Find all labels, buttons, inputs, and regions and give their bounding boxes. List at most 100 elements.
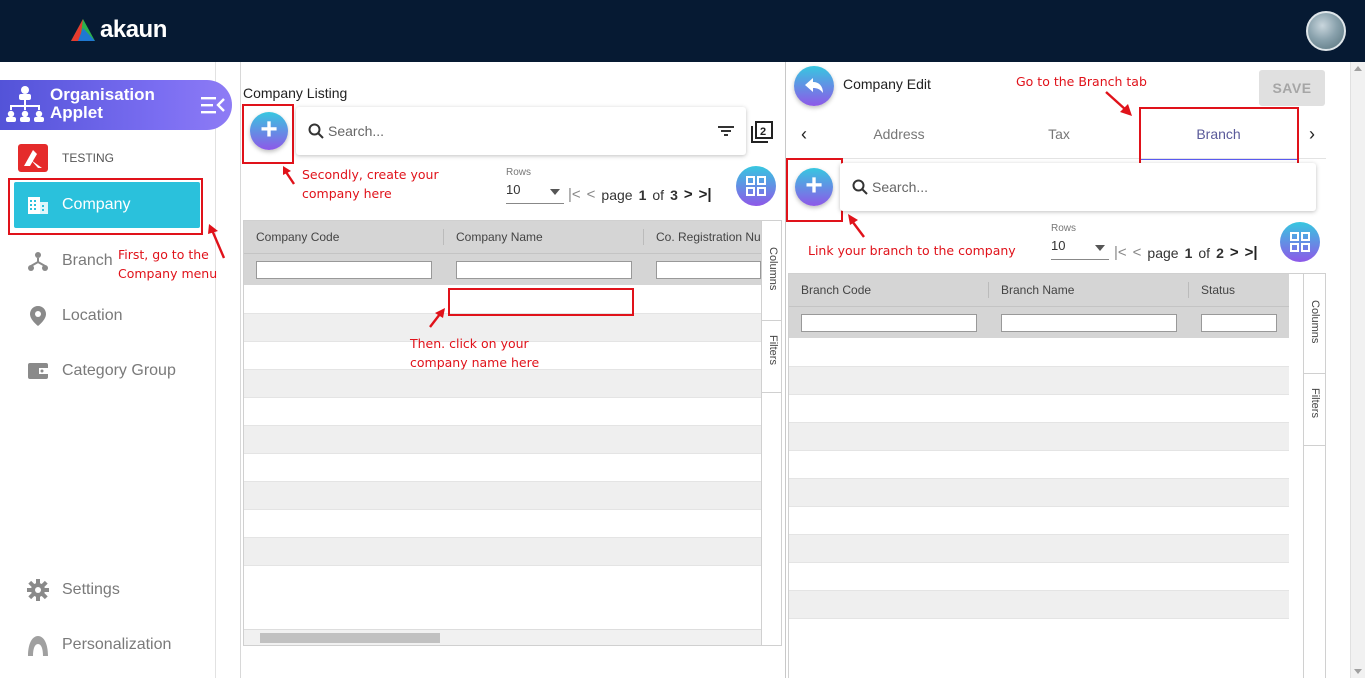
table-row[interactable]: [789, 535, 1289, 563]
filters-tab[interactable]: Filters: [762, 321, 781, 393]
last-page-icon[interactable]: >|: [699, 186, 712, 203]
filter-company-name[interactable]: [456, 261, 632, 279]
branch-pagination: |< < page 1 of 2 > >|: [1114, 244, 1258, 261]
column-header-status[interactable]: Status: [1189, 274, 1235, 306]
columns-tab[interactable]: Columns: [1304, 274, 1325, 374]
tab-address[interactable]: Address: [820, 108, 978, 160]
undo-arrow-icon: [805, 78, 823, 93]
next-page-icon[interactable]: >: [684, 186, 693, 203]
rows-label: Rows: [1051, 223, 1077, 234]
tenant-switcher[interactable]: TESTING: [18, 144, 114, 172]
filter-icon[interactable]: [718, 125, 734, 137]
prev-page-icon[interactable]: <: [1133, 244, 1142, 261]
table-row[interactable]: [244, 454, 761, 482]
table-row[interactable]: [789, 423, 1289, 451]
filter-status[interactable]: [1201, 314, 1277, 332]
sidebar-item-label: Personalization: [62, 636, 172, 653]
filter-branch-name[interactable]: [1001, 314, 1177, 332]
org-chart-icon: [6, 86, 44, 122]
sidebar-item-label: Category Group: [62, 362, 176, 379]
table-row[interactable]: [244, 482, 761, 510]
tenant-logo-icon: [18, 144, 48, 172]
rows-per-page-select[interactable]: 10: [1051, 238, 1109, 260]
sidebar-item-category-group[interactable]: Category Group: [14, 348, 200, 394]
annotation-arrow-icon: [848, 214, 865, 238]
listing-search-box: [296, 107, 746, 155]
location-pin-icon: [26, 304, 50, 328]
filter-company-code[interactable]: [256, 261, 432, 279]
menu-collapse-icon[interactable]: [200, 95, 226, 115]
tabs-prev-icon[interactable]: ‹: [790, 108, 818, 160]
table-row[interactable]: [244, 370, 761, 398]
grid-view-button[interactable]: [736, 166, 776, 206]
listing-search-input[interactable]: [328, 123, 718, 139]
branch-search-box: [840, 163, 1316, 211]
grid-header: Branch Code Branch Name Status: [789, 274, 1289, 306]
grid-view-button[interactable]: [1280, 222, 1320, 262]
save-button[interactable]: SAVE: [1259, 70, 1325, 106]
scrollbar-thumb[interactable]: [260, 633, 440, 643]
columns-tab[interactable]: Columns: [762, 221, 781, 321]
of-word: of: [652, 186, 665, 203]
back-button[interactable]: [794, 66, 834, 106]
of-word: of: [1198, 244, 1211, 261]
first-page-icon[interactable]: |<: [1114, 244, 1127, 261]
branch-search-input[interactable]: [872, 179, 1316, 195]
table-row[interactable]: [789, 367, 1289, 395]
annotation-third-step: Then. click on your company name here: [410, 336, 540, 370]
column-header-branch-code[interactable]: Branch Code: [789, 274, 871, 306]
table-row[interactable]: [789, 339, 1289, 367]
edit-title: Company Edit: [843, 76, 931, 92]
table-row[interactable]: [244, 426, 761, 454]
page-total: 3: [670, 186, 678, 203]
sidebar-item-settings[interactable]: Settings: [14, 567, 200, 613]
page-total: 2: [1216, 244, 1224, 261]
panel-divider: [785, 62, 786, 678]
scroll-down-icon[interactable]: [1354, 669, 1362, 674]
sidebar-item-label: Settings: [62, 581, 120, 598]
column-header-registration[interactable]: Co. Registration Nu: [644, 221, 761, 253]
annotation-box-link-branch: [786, 158, 843, 222]
annotation-arrow-icon: [429, 308, 445, 328]
rows-per-page-select[interactable]: 10: [506, 182, 564, 204]
table-row[interactable]: [789, 563, 1289, 591]
annotation-first-step: First, go to the Company menu: [118, 247, 218, 281]
annotation-link-branch: Link your branch to the company: [808, 243, 1016, 258]
tabs-next-icon[interactable]: ›: [1298, 108, 1326, 160]
column-header-company-code[interactable]: Company Code: [244, 221, 339, 253]
column-header-branch-name[interactable]: Branch Name: [989, 274, 1074, 306]
prev-page-icon[interactable]: <: [587, 186, 596, 203]
table-row[interactable]: [789, 479, 1289, 507]
scroll-up-icon[interactable]: [1354, 66, 1362, 71]
grid-icon: [1290, 232, 1310, 252]
sidebar: Organisation Applet TESTING Company Bran…: [0, 62, 232, 678]
sidebar-item-personalization[interactable]: Personalization: [14, 622, 200, 668]
table-row[interactable]: [789, 507, 1289, 535]
grid-side-panel: Columns Filters: [761, 221, 781, 645]
filters-tab[interactable]: Filters: [1304, 374, 1325, 446]
avatar[interactable]: [1306, 11, 1346, 51]
table-row[interactable]: [244, 538, 761, 566]
annotation-second-step: Secondly, create your company here: [302, 167, 439, 201]
column-header-company-name[interactable]: Company Name: [444, 221, 543, 253]
last-page-icon[interactable]: >|: [1245, 244, 1258, 261]
next-page-icon[interactable]: >: [1230, 244, 1239, 261]
table-row[interactable]: [244, 510, 761, 538]
table-row[interactable]: [789, 395, 1289, 423]
vertical-scrollbar[interactable]: [1350, 62, 1365, 678]
brand-logo[interactable]: akaun: [70, 16, 167, 44]
filter-branch-code[interactable]: [801, 314, 977, 332]
annotation-branch-tab: Go to the Branch tab: [1016, 74, 1147, 89]
page-word: page: [601, 186, 633, 203]
tenant-name: TESTING: [62, 151, 115, 165]
table-row[interactable]: [244, 398, 761, 426]
table-row[interactable]: [789, 591, 1289, 619]
brand-name: akaun: [100, 16, 167, 43]
filter-registration[interactable]: [656, 261, 761, 279]
horizontal-scrollbar[interactable]: [244, 629, 761, 645]
tab-tax[interactable]: Tax: [980, 108, 1138, 160]
first-page-icon[interactable]: |<: [568, 186, 581, 203]
sidebar-item-location[interactable]: Location: [14, 293, 200, 339]
multi-select-icon[interactable]: 2: [750, 120, 774, 144]
table-row[interactable]: [789, 451, 1289, 479]
